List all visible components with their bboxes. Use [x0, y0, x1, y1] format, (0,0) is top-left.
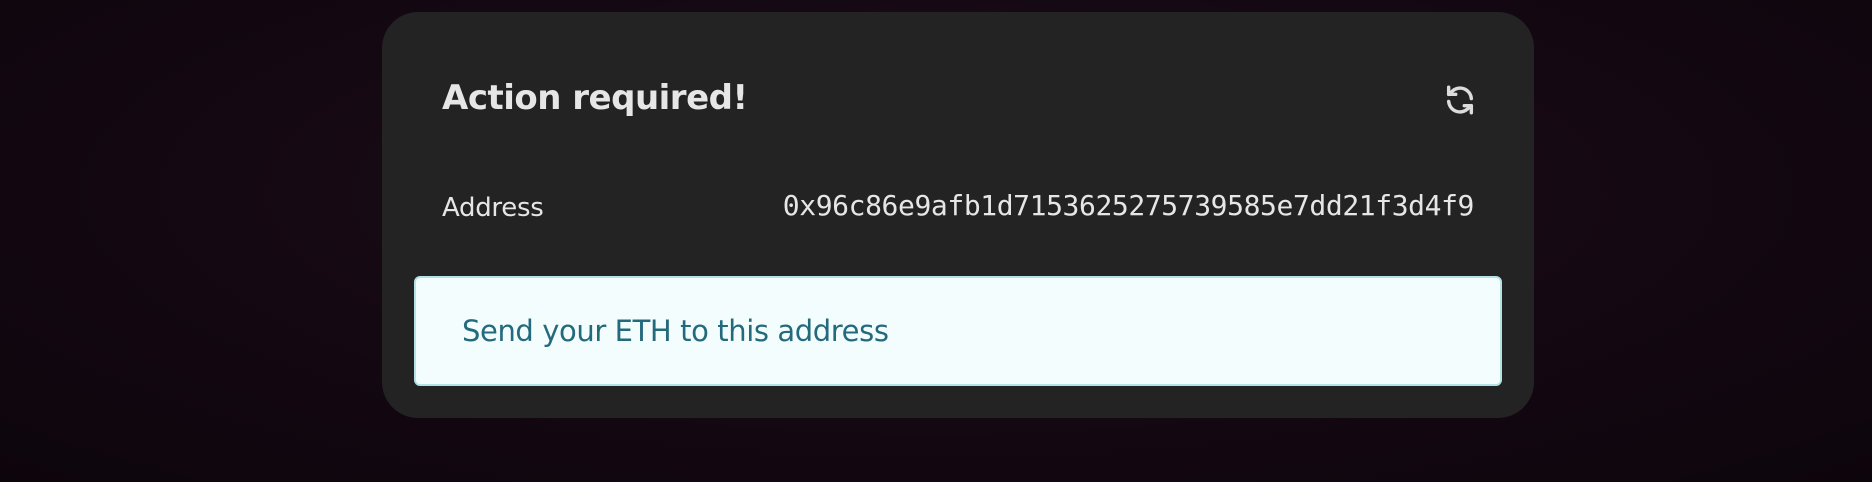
action-card: Action required! Address 0x96c86e9afb1d7…: [382, 12, 1534, 418]
notice-text: Send your ETH to this address: [462, 314, 889, 348]
card-title: Action required!: [442, 78, 748, 118]
address-label: Address: [442, 193, 544, 223]
notice-box: Send your ETH to this address: [414, 276, 1502, 386]
address-value[interactable]: 0x96c86e9afb1d7153625275739585e7dd21f3d4…: [783, 186, 1475, 226]
refresh-button[interactable]: [1432, 74, 1488, 130]
refresh-icon: [1443, 83, 1477, 121]
